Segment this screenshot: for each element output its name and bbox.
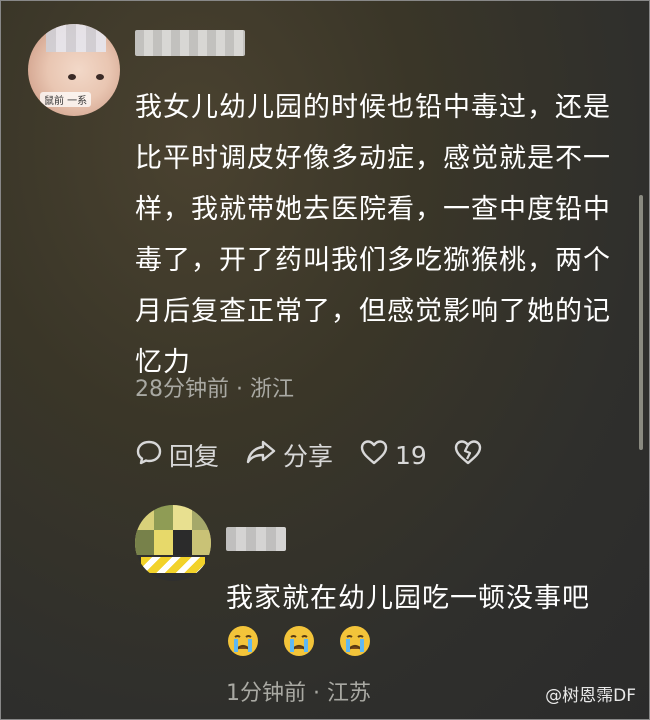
reply-avatar[interactable] bbox=[135, 505, 211, 581]
scrollbar[interactable] bbox=[639, 195, 643, 450]
reply-button[interactable]: 回复 bbox=[135, 437, 219, 473]
avatar-eye bbox=[96, 74, 104, 80]
mosaic-blur bbox=[46, 24, 106, 52]
crying-face-icon bbox=[226, 624, 260, 662]
share-arrow-icon bbox=[245, 438, 283, 472]
share-button[interactable]: 分享 bbox=[245, 437, 333, 473]
comment-bubble-icon bbox=[135, 438, 169, 472]
reply-time: 1分钟前 bbox=[226, 681, 306, 706]
comment-text: 我女儿幼儿园的时候也铅中毒过，还是比平时调皮好像多动症，感觉就是不一样，我就带她… bbox=[135, 92, 611, 378]
crying-face-icon bbox=[282, 624, 316, 662]
username-blurred[interactable] bbox=[135, 30, 245, 56]
comment-meta: 28分钟前 · 浙江 bbox=[135, 371, 294, 403]
avatar[interactable]: 鼠前 一系 bbox=[28, 24, 120, 116]
reply-emojis bbox=[226, 624, 394, 662]
dislike-button[interactable] bbox=[453, 438, 489, 472]
broken-heart-icon bbox=[453, 438, 489, 472]
crying-face-icon bbox=[338, 624, 372, 662]
comment-location: 浙江 bbox=[250, 377, 295, 402]
reply-meta: 1分钟前 · 江苏 bbox=[226, 675, 371, 707]
reply-location: 江苏 bbox=[327, 681, 372, 706]
comment-actions: 回复 分享 19 bbox=[135, 435, 515, 475]
share-label: 分享 bbox=[283, 442, 334, 471]
reply-label: 回复 bbox=[169, 442, 220, 471]
avatar-caption: 鼠前 一系 bbox=[40, 92, 92, 107]
meta-separator: · bbox=[236, 377, 243, 402]
comment-time: 28分钟前 bbox=[135, 377, 229, 402]
watermark: @树恩霈DF bbox=[545, 681, 636, 706]
avatar-eye bbox=[68, 74, 76, 80]
avatar-stripe bbox=[141, 557, 205, 573]
mosaic-blur bbox=[135, 530, 211, 555]
reply-text: 我家就在幼儿园吃一顿没事吧 bbox=[226, 583, 590, 614]
reply-username-blurred[interactable] bbox=[226, 527, 286, 551]
meta-separator: · bbox=[313, 681, 320, 706]
like-count: 19 bbox=[395, 440, 427, 470]
like-button[interactable]: 19 bbox=[359, 438, 427, 472]
watermark-text: @树恩霈DF bbox=[545, 686, 636, 706]
heart-icon bbox=[359, 438, 395, 472]
